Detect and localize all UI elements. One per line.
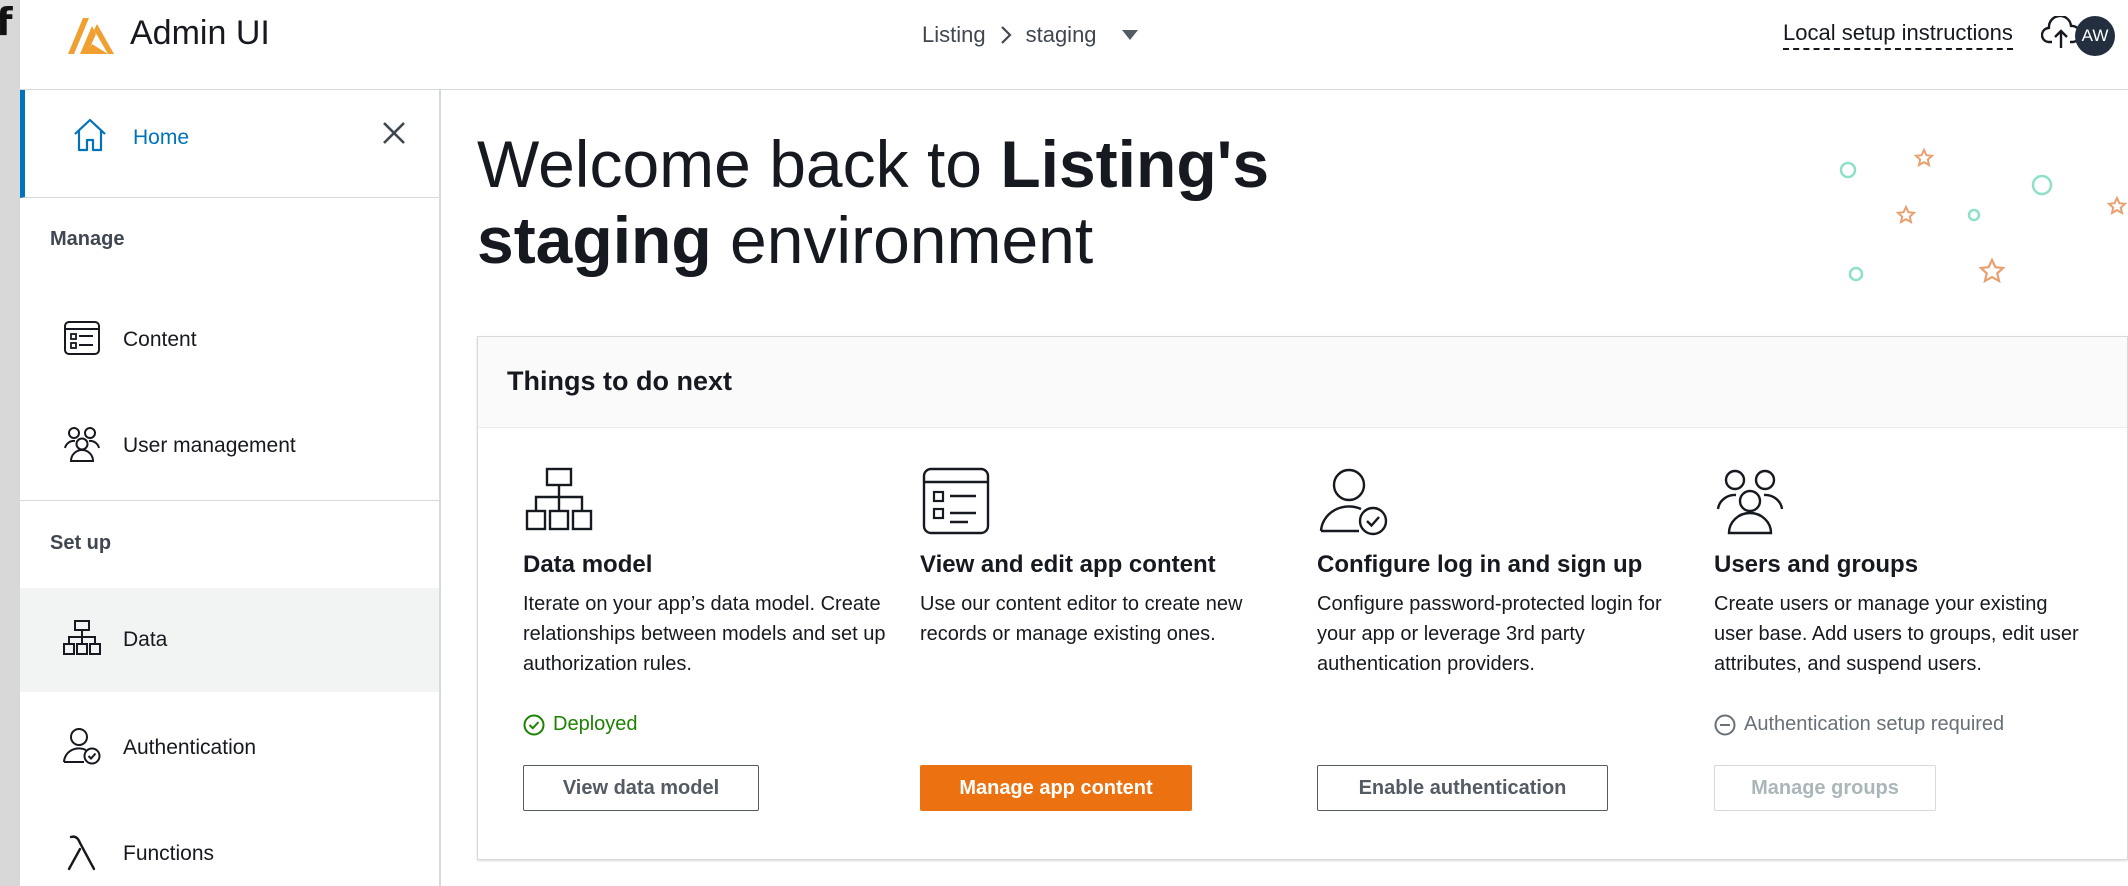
sidebar-item-label: Functions	[123, 842, 215, 865]
manage-groups-button[interactable]: Manage groups	[1714, 765, 1936, 811]
task-users-groups: Users and groups Create users or manage …	[1714, 465, 2084, 679]
user-check-icon	[1319, 468, 1388, 536]
home-icon	[74, 118, 106, 152]
sidebar-item-label: Content	[123, 328, 197, 351]
local-setup-link[interactable]: Local setup instructions	[1783, 20, 2013, 50]
app-title[interactable]: Admin UI	[130, 14, 270, 53]
users-icon	[64, 427, 100, 462]
sidebar-item-label: Authentication	[123, 736, 257, 759]
main-content: Welcome back to Listing's staging enviro…	[441, 90, 2128, 886]
minus-circle-icon	[1714, 714, 1736, 735]
task-title: Users and groups	[1714, 551, 1919, 578]
section-heading-setup: Set up	[50, 532, 112, 554]
enable-authentication-button[interactable]: Enable authentication	[1317, 765, 1608, 811]
welcome-prefix: Welcome back to	[477, 127, 1001, 201]
lambda-icon	[67, 835, 96, 871]
things-to-do-card: Things to do next Data model Iterate on …	[477, 336, 2128, 860]
card-header: Things to do next	[478, 337, 2127, 428]
manage-app-content-button[interactable]: Manage app content	[920, 765, 1192, 811]
task-title: View and edit app content	[920, 551, 1216, 578]
sidebar: Home Manage Content User management Set …	[20, 90, 441, 886]
status-text: Authentication setup required	[1744, 713, 2005, 735]
welcome-suffix: environment	[711, 203, 1094, 277]
caret-down-icon[interactable]	[1121, 29, 1139, 41]
task-title: Configure log in and sign up	[1317, 551, 1643, 578]
task-data-model: Data model Iterate on your app’s data mo…	[523, 465, 893, 679]
sidebar-item-functions[interactable]: Functions	[20, 802, 439, 886]
chevron-right-icon	[1000, 26, 1012, 44]
sidebar-item-data[interactable]: Data	[20, 588, 439, 692]
breadcrumb: Listing staging	[922, 22, 1139, 48]
content-list-icon	[922, 467, 990, 535]
content-list-icon	[64, 321, 100, 355]
users-icon	[1716, 469, 1784, 535]
status-badge-auth-required: Authentication setup required	[1714, 713, 2004, 736]
sidebar-item-user-management[interactable]: User management	[20, 394, 439, 498]
data-model-icon	[525, 467, 593, 531]
sidebar-divider	[20, 500, 439, 501]
user-check-icon	[63, 728, 101, 765]
task-authentication: Configure log in and sign up Configure p…	[1317, 465, 1687, 679]
task-title: Data model	[523, 551, 653, 578]
page-title: Welcome back to Listing's staging enviro…	[477, 126, 1477, 278]
section-heading-manage: Manage	[50, 228, 125, 250]
decoration-confetti-icon	[1839, 147, 2128, 284]
check-circle-icon	[523, 714, 545, 735]
window-edge: f	[0, 0, 20, 886]
breadcrumb-app[interactable]: Listing	[922, 22, 986, 48]
sidebar-item-home[interactable]: Home	[20, 90, 439, 198]
status-text: Deployed	[553, 713, 638, 735]
top-bar: Admin UI Listing staging Local setup ins…	[20, 0, 2128, 90]
breadcrumb-environment[interactable]: staging	[1026, 22, 1097, 48]
sidebar-item-label: Home	[133, 126, 190, 149]
sidebar-item-content[interactable]: Content	[20, 288, 439, 392]
task-description: Create users or manage your existing use…	[1714, 593, 2079, 675]
amplify-logo-icon[interactable]	[66, 14, 116, 56]
sidebar-item-label: Data	[123, 628, 168, 651]
task-description: Configure password-protected login for y…	[1317, 593, 1662, 675]
partial-glyph: f	[0, 0, 13, 44]
view-data-model-button[interactable]: View data model	[523, 765, 759, 811]
card-title: Things to do next	[507, 366, 732, 396]
sidebar-item-authentication[interactable]: Authentication	[20, 696, 439, 800]
welcome-env-name: staging	[477, 203, 712, 277]
sidebar-item-label: User management	[123, 434, 296, 457]
status-badge-deployed: Deployed	[523, 713, 638, 736]
task-description: Use our content editor to create new rec…	[920, 593, 1243, 645]
avatar[interactable]: AW	[2075, 16, 2115, 56]
task-app-content: View and edit app content Use our conten…	[920, 465, 1290, 649]
data-model-icon	[63, 620, 101, 655]
close-icon[interactable]	[381, 120, 407, 146]
welcome-app-name: Listing's	[1000, 127, 1270, 201]
task-description: Iterate on your app’s data model. Create…	[523, 593, 886, 675]
